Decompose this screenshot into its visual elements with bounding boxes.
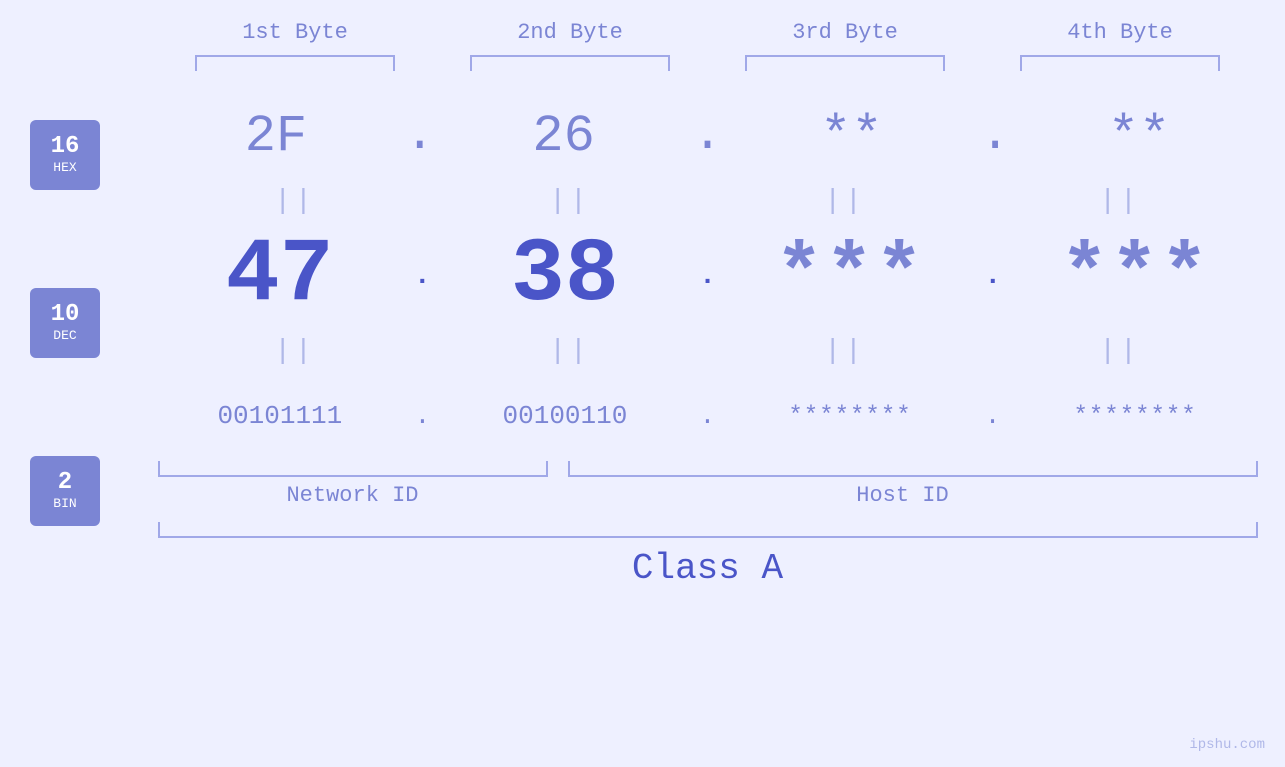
equals-2-2: || xyxy=(460,336,680,367)
bracket-byte4 xyxy=(1020,55,1220,71)
byte-header-2: 2nd Byte xyxy=(460,20,680,45)
class-bracket xyxy=(158,522,1258,538)
dec-label: DEC xyxy=(53,328,76,344)
bottom-brackets xyxy=(158,461,1258,477)
equals-row-2: || || || || xyxy=(158,331,1258,371)
gap xyxy=(548,461,568,477)
bin-byte1-value: 00101111 xyxy=(217,401,342,431)
equals-2-1: || xyxy=(185,336,405,367)
hex-byte1-value: 2F xyxy=(245,107,307,166)
bin-byte1-cell: 00101111 xyxy=(170,401,390,431)
bin-number: 2 xyxy=(58,470,72,496)
main-container: 1st Byte 2nd Byte 3rd Byte 4th Byte 16 H… xyxy=(0,0,1285,767)
dec-byte2-cell: 38 xyxy=(455,225,675,327)
equals-2-3: || xyxy=(735,336,955,367)
byte-header-4: 4th Byte xyxy=(1010,20,1230,45)
bin-badge: 2 BIN xyxy=(30,456,100,526)
equals-row-1: || || || || xyxy=(158,181,1258,221)
hex-row: 2F . 26 . ** . ** xyxy=(158,91,1258,181)
bin-dot1: . xyxy=(415,401,431,431)
hex-dot2: . xyxy=(692,111,722,161)
bin-row: 00101111 . 00100110 . ******** . *******… xyxy=(158,371,1258,461)
bin-byte4-cell: ******** xyxy=(1025,403,1245,430)
bottom-labels: Network ID Host ID xyxy=(158,483,1258,508)
hex-dot1: . xyxy=(405,111,435,161)
dec-byte2-value: 38 xyxy=(511,225,619,327)
hex-byte4-value: ** xyxy=(1108,107,1170,166)
equals-2-4: || xyxy=(1010,336,1230,367)
hex-dot3: . xyxy=(980,111,1010,161)
bin-byte3-value: ******** xyxy=(788,403,911,430)
dec-badge: 10 DEC xyxy=(30,288,100,358)
hex-byte4-cell: ** xyxy=(1029,107,1249,166)
equals-1-4: || xyxy=(1010,186,1230,217)
base-labels: 16 HEX 10 DEC 2 BIN xyxy=(30,120,100,526)
equals-1-1: || xyxy=(185,186,405,217)
bin-byte4-value: ******** xyxy=(1073,403,1196,430)
content-area: 2F . 26 . ** . ** || || || || 47 xyxy=(158,91,1258,461)
dec-dot1: . xyxy=(414,261,431,292)
dec-byte4-value: *** xyxy=(1060,231,1210,322)
top-bracket-row xyxy=(158,55,1258,71)
dec-dot2: . xyxy=(699,261,716,292)
equals-1-3: || xyxy=(735,186,955,217)
dec-byte1-cell: 47 xyxy=(170,225,390,327)
bin-byte3-cell: ******** xyxy=(740,403,960,430)
dec-byte3-value: *** xyxy=(775,231,925,322)
dec-row: 47 . 38 . *** . *** xyxy=(158,221,1258,331)
dec-byte3-cell: *** xyxy=(740,231,960,322)
hex-byte1-cell: 2F xyxy=(166,107,386,166)
bin-dot2: . xyxy=(700,401,716,431)
bin-byte2-cell: 00100110 xyxy=(455,401,675,431)
dec-byte1-value: 47 xyxy=(226,225,334,327)
byte-headers: 1st Byte 2nd Byte 3rd Byte 4th Byte xyxy=(158,20,1258,45)
bracket-byte2 xyxy=(470,55,670,71)
host-bracket xyxy=(568,461,1258,477)
hex-label: HEX xyxy=(53,160,76,176)
class-label: Class A xyxy=(158,548,1258,589)
watermark: ipshu.com xyxy=(1189,737,1265,753)
equals-1-2: || xyxy=(460,186,680,217)
host-id-label: Host ID xyxy=(548,483,1258,508)
hex-byte3-value: ** xyxy=(820,107,882,166)
hex-byte2-value: 26 xyxy=(532,107,594,166)
bin-byte2-value: 00100110 xyxy=(503,401,628,431)
dec-byte4-cell: *** xyxy=(1025,231,1245,322)
byte-header-3: 3rd Byte xyxy=(735,20,955,45)
dec-dot3: . xyxy=(984,261,1001,292)
bracket-byte3 xyxy=(745,55,945,71)
bracket-byte1 xyxy=(195,55,395,71)
byte-header-1: 1st Byte xyxy=(185,20,405,45)
hex-badge: 16 HEX xyxy=(30,120,100,190)
hex-byte3-cell: ** xyxy=(741,107,961,166)
hex-number: 16 xyxy=(51,134,80,160)
dec-number: 10 xyxy=(51,302,80,328)
network-id-label: Network ID xyxy=(158,483,548,508)
bin-dot3: . xyxy=(985,401,1001,431)
hex-byte2-cell: 26 xyxy=(454,107,674,166)
network-bracket xyxy=(158,461,548,477)
bin-label: BIN xyxy=(53,496,76,512)
